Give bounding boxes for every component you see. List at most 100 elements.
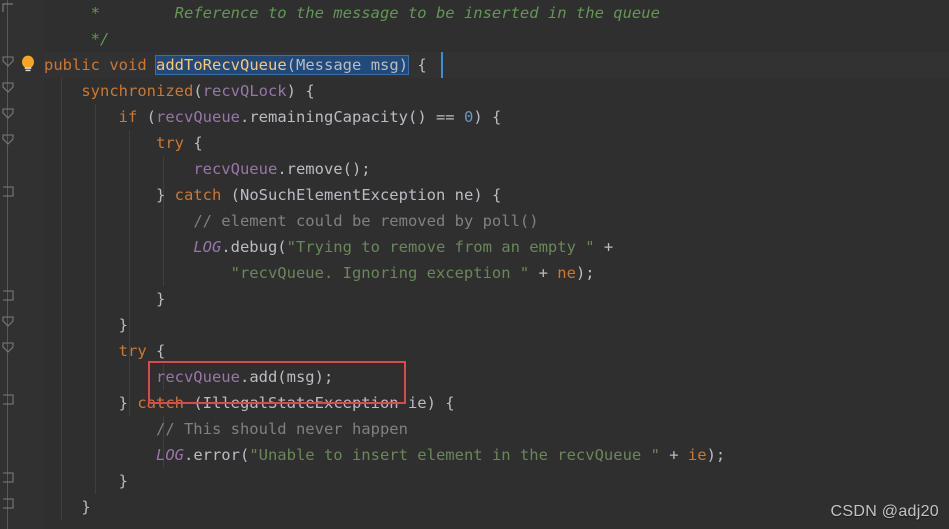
lightbulb-icon[interactable] bbox=[17, 53, 39, 75]
fold-end-marker[interactable] bbox=[2, 290, 14, 302]
fold-start-marker[interactable] bbox=[2, 134, 14, 146]
fold-end-marker[interactable] bbox=[2, 2, 14, 14]
code-line[interactable]: try { bbox=[0, 338, 949, 364]
exception-type-illegalstate: IllegalStateException bbox=[202, 394, 399, 412]
statement-end: ); bbox=[575, 264, 595, 282]
close-brace: } bbox=[81, 498, 91, 516]
paren-open: ( bbox=[137, 108, 156, 126]
code-line[interactable]: } bbox=[0, 312, 949, 338]
concat-operator: + bbox=[529, 264, 558, 282]
code-line[interactable]: if (recvQueue.remainingCapacity() == 0) … bbox=[0, 104, 949, 130]
fold-end-marker[interactable] bbox=[2, 472, 14, 484]
watermark: CSDN @adj20 bbox=[830, 503, 939, 520]
method-remainingcapacity: remainingCapacity bbox=[249, 108, 408, 126]
code-line[interactable]: // This should never happen bbox=[0, 416, 949, 442]
keyword-try: try bbox=[118, 342, 147, 360]
keyword-public: public bbox=[44, 56, 100, 74]
code-line-recvqueue-add[interactable]: recvQueue.add(msg); bbox=[0, 364, 949, 390]
keyword-synchronized: synchronized bbox=[81, 82, 194, 100]
javadoc-star: * bbox=[44, 4, 100, 22]
code-line[interactable]: try { bbox=[0, 130, 949, 156]
param-name: msg bbox=[370, 56, 399, 74]
fold-start-marker[interactable] bbox=[2, 108, 14, 120]
paren-open: ( bbox=[286, 56, 297, 74]
string-literal: "Trying to remove from an empty " bbox=[286, 238, 595, 256]
code-line[interactable]: } bbox=[0, 468, 949, 494]
line-comment: // element could be removed by poll() bbox=[193, 212, 539, 230]
keyword-void: void bbox=[109, 56, 147, 74]
fold-start-marker[interactable] bbox=[2, 316, 14, 328]
code-line[interactable]: "recvQueue. Ignoring exception " + ne); bbox=[0, 260, 949, 286]
code-line-method-declaration[interactable]: public void addToRecvQueue(Message msg) … bbox=[0, 52, 949, 78]
code-editor[interactable]: * Reference to the message to be inserte… bbox=[0, 0, 949, 529]
paren-close-brace: ) { bbox=[473, 108, 502, 126]
code-line[interactable]: * Reference to the message to be inserte… bbox=[0, 0, 949, 26]
static-field-log: LOG bbox=[193, 238, 222, 256]
code-line[interactable]: */ bbox=[0, 26, 949, 52]
exception-var-ne: ne bbox=[557, 264, 576, 282]
exception-var-ie: ie bbox=[687, 446, 707, 464]
close-brace: } bbox=[118, 394, 138, 412]
fold-end-marker[interactable] bbox=[2, 394, 14, 406]
open-brace: { bbox=[417, 56, 427, 74]
string-literal: "recvQueue. Ignoring exception " bbox=[230, 264, 530, 282]
fold-end-marker[interactable] bbox=[2, 186, 14, 198]
line-comment: // This should never happen bbox=[155, 420, 408, 438]
javadoc-text: Reference to the message to be inserted … bbox=[100, 4, 660, 22]
fold-start-marker[interactable] bbox=[2, 342, 14, 354]
param-type: Message bbox=[296, 56, 362, 74]
open-brace: { bbox=[146, 342, 166, 360]
paren-open: ( bbox=[184, 394, 203, 412]
dot: . bbox=[240, 108, 250, 126]
paren-close-brace: ) { bbox=[426, 394, 455, 412]
keyword-catch: catch bbox=[174, 186, 222, 204]
open-brace: { bbox=[183, 134, 203, 152]
editor-gutter[interactable] bbox=[0, 0, 44, 529]
fold-start-marker[interactable] bbox=[2, 82, 14, 94]
fold-start-marker[interactable] bbox=[2, 56, 14, 68]
paren-close-brace: ) { bbox=[286, 82, 315, 100]
paren-open: ( bbox=[221, 186, 240, 204]
keyword-catch: catch bbox=[137, 394, 184, 412]
javadoc-close: */ bbox=[44, 30, 110, 48]
operator: () == bbox=[407, 108, 464, 126]
text-caret bbox=[441, 52, 443, 78]
statement-end: ); bbox=[706, 446, 726, 464]
method-error-call: .error( bbox=[183, 446, 250, 464]
field-recvqueue: recvQueue bbox=[155, 368, 240, 386]
close-brace: } bbox=[155, 290, 166, 308]
code-line[interactable]: // element could be removed by poll() bbox=[0, 208, 949, 234]
keyword-try: try bbox=[155, 134, 184, 152]
field-recvqueue: recvQueue bbox=[156, 108, 240, 126]
static-field-log: LOG bbox=[155, 446, 184, 464]
concat-operator: + bbox=[594, 238, 614, 256]
code-line[interactable]: } bbox=[0, 494, 949, 520]
code-line[interactable]: } bbox=[0, 286, 949, 312]
keyword-if: if bbox=[118, 108, 138, 126]
exception-var: ie bbox=[398, 394, 427, 412]
code-line[interactable]: recvQueue.remove(); bbox=[0, 156, 949, 182]
selected-signature[interactable]: addToRecvQueue(Message msg) bbox=[156, 56, 409, 74]
concat-operator: + bbox=[659, 446, 688, 464]
field-recvqlock: recvQLock bbox=[202, 82, 287, 100]
code-line[interactable]: } catch (NoSuchElementException ne) { bbox=[0, 182, 949, 208]
code-content[interactable]: * Reference to the message to be inserte… bbox=[0, 0, 949, 529]
method-name: addToRecvQueue bbox=[156, 56, 287, 74]
code-line[interactable]: synchronized(recvQLock) { bbox=[0, 78, 949, 104]
number-literal: 0 bbox=[463, 108, 474, 126]
field-recvqueue: recvQueue bbox=[193, 160, 278, 178]
close-brace: } bbox=[118, 472, 128, 490]
close-brace: } bbox=[155, 186, 175, 204]
code-line[interactable]: LOG.debug("Trying to remove from an empt… bbox=[0, 234, 949, 260]
close-brace: } bbox=[118, 316, 128, 334]
exception-var: ne bbox=[445, 186, 474, 204]
fold-end-marker[interactable] bbox=[2, 498, 14, 510]
code-line[interactable]: } catch (IllegalStateException ie) { bbox=[0, 390, 949, 416]
method-add-call: .add(msg); bbox=[239, 368, 334, 386]
code-line[interactable]: LOG.error("Unable to insert element in t… bbox=[0, 442, 949, 468]
fold-rail bbox=[7, 0, 8, 529]
